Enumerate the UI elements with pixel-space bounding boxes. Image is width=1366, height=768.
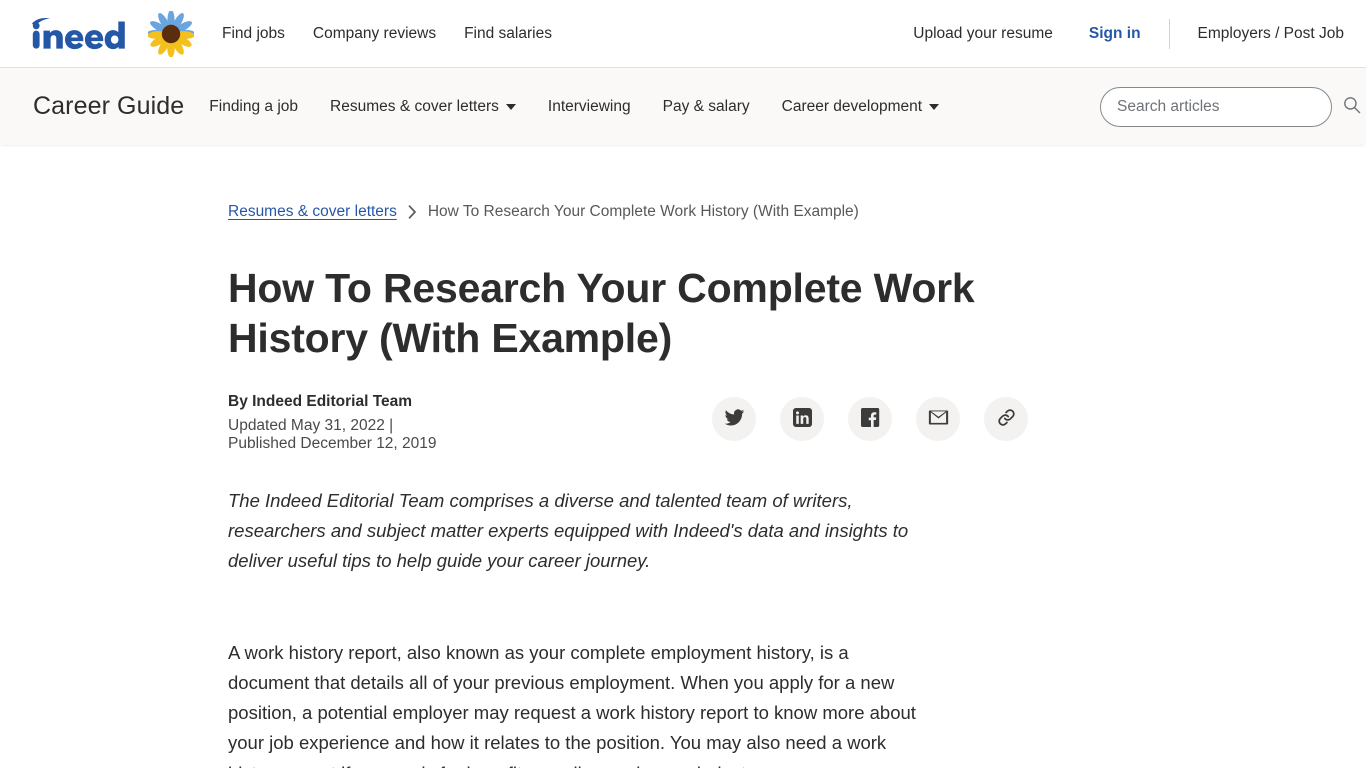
- article-paragraph-1: A work history report, also known as you…: [228, 641, 916, 768]
- share-linkedin-button[interactable]: [780, 397, 824, 442]
- search-area: [1100, 86, 1366, 127]
- cg-nav-pay-salary[interactable]: Pay & salary: [663, 98, 750, 116]
- search-submit-button[interactable]: [1338, 95, 1366, 118]
- indeed-logo-link[interactable]: [26, 10, 194, 57]
- page-title: How To Research Your Complete Work Histo…: [228, 265, 975, 362]
- global-nav-links: Find jobs Company reviews Find salaries: [222, 25, 580, 43]
- cg-nav-label: Finding a job: [209, 97, 299, 115]
- chevron-right-icon: [408, 205, 417, 219]
- global-nav-right: Upload your resume Sign in Employers / P…: [913, 18, 1344, 49]
- twitter-icon: [724, 407, 745, 431]
- facebook-icon: [860, 408, 880, 430]
- global-nav-left: Find jobs Company reviews Find salaries: [26, 10, 580, 57]
- cg-nav-finding-a-job[interactable]: Finding a job: [209, 98, 298, 116]
- nav-find-jobs[interactable]: Find jobs: [222, 25, 285, 43]
- sunflower-icon: [134, 10, 194, 57]
- nav-find-salaries[interactable]: Find salaries: [464, 25, 552, 43]
- nav-company-reviews[interactable]: Company reviews: [313, 25, 436, 43]
- indeed-logo-icon: [26, 17, 134, 51]
- share-email-button[interactable]: [916, 397, 960, 442]
- career-guide-bar: Career Guide Finding a job Resumes & cov…: [0, 68, 1366, 145]
- cg-nav-interviewing[interactable]: Interviewing: [548, 98, 631, 116]
- cg-nav-career-development[interactable]: Career development: [781, 97, 940, 116]
- article-dates: Updated May 31, 2022 | Published Decembe…: [228, 417, 437, 453]
- search-icon: [1342, 95, 1362, 118]
- article-main: Resumes & cover letters How To Research …: [0, 145, 1366, 768]
- search-input[interactable]: [1100, 86, 1332, 127]
- cg-nav-label: Interviewing: [547, 97, 631, 115]
- editorial-team-bio: The Indeed Editorial Team comprises a di…: [228, 490, 909, 571]
- share-buttons: [712, 397, 1028, 442]
- upload-resume-link[interactable]: Upload your resume: [913, 25, 1053, 43]
- share-twitter-button[interactable]: [712, 397, 756, 442]
- employers-post-job-link[interactable]: Employers / Post Job: [1198, 25, 1344, 43]
- email-icon: [928, 407, 949, 431]
- career-guide-title: Career Guide: [33, 92, 185, 120]
- chevron-down-icon: [929, 103, 940, 110]
- global-navigation-bar: Find jobs Company reviews Find salaries …: [0, 0, 1366, 68]
- byline-share-row: By Indeed Editorial Team Updated May 31,…: [228, 393, 1028, 453]
- breadcrumb-current: How To Research Your Complete Work Histo…: [427, 203, 859, 220]
- breadcrumb: Resumes & cover letters How To Research …: [228, 203, 1366, 221]
- cg-nav-label: Pay & salary: [662, 97, 750, 115]
- career-guide-nav: Finding a job Resumes & cover letters In…: [209, 98, 971, 116]
- nav-divider: [1168, 18, 1170, 49]
- share-facebook-button[interactable]: [848, 397, 892, 442]
- breadcrumb-parent-link[interactable]: Resumes & cover letters: [228, 203, 397, 221]
- chevron-down-icon: [505, 103, 516, 110]
- linkedin-icon: [792, 408, 812, 430]
- cg-nav-resumes-cover-letters[interactable]: Resumes & cover letters: [330, 98, 516, 116]
- byline: By Indeed Editorial Team Updated May 31,…: [228, 393, 444, 453]
- cg-nav-label: Career development: [781, 97, 923, 115]
- cg-nav-label: Resumes & cover letters: [330, 97, 499, 115]
- sign-in-link[interactable]: Sign in: [1089, 25, 1141, 43]
- share-link-button[interactable]: [984, 397, 1028, 442]
- article-author: By Indeed Editorial Team: [228, 393, 413, 411]
- link-icon: [996, 407, 1017, 431]
